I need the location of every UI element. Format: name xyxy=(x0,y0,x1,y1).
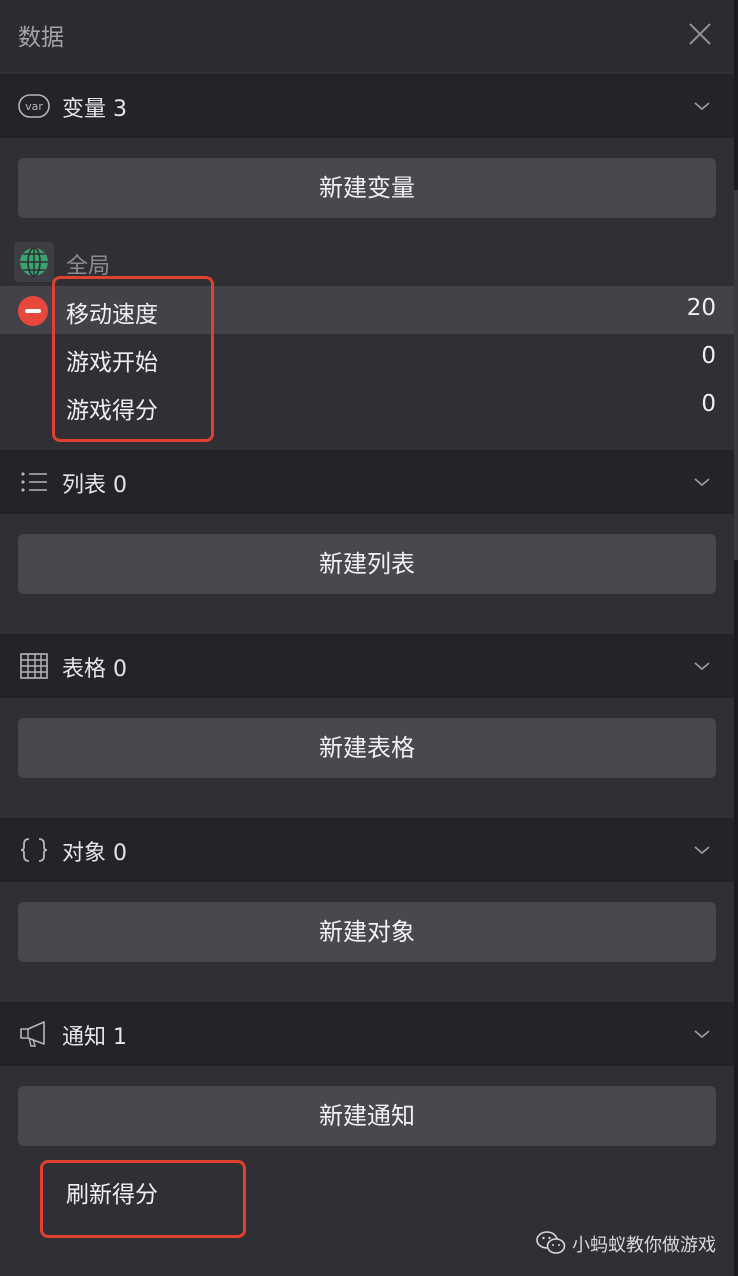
objects-section-label: 对象 0 xyxy=(62,841,127,866)
new-variable-button[interactable]: 新建变量 xyxy=(18,158,716,218)
var-icon: var xyxy=(18,94,50,118)
new-object-button[interactable]: 新建对象 xyxy=(18,902,716,962)
variable-value[interactable]: 20 xyxy=(687,295,716,321)
chevron-down-icon[interactable] xyxy=(692,840,712,860)
lists-section-header[interactable]: 列表 0 xyxy=(0,450,734,514)
chevron-down-icon[interactable] xyxy=(692,472,712,492)
scroll-edge-highlight xyxy=(734,190,738,560)
globe-icon-wrap xyxy=(14,242,54,282)
panel-edge xyxy=(734,0,738,1276)
list-icon xyxy=(21,472,47,492)
variables-highlight-box xyxy=(52,276,214,442)
svg-text:var: var xyxy=(25,100,43,113)
variable-value[interactable]: 0 xyxy=(701,343,716,369)
wechat-icon xyxy=(536,1231,566,1254)
panel-titlebar: 数据 xyxy=(0,0,734,72)
objects-section-header[interactable]: 对象 0 xyxy=(0,818,734,882)
braces-icon xyxy=(20,838,48,862)
close-icon[interactable] xyxy=(684,18,716,50)
table-icon xyxy=(20,653,48,679)
tables-section-label: 表格 0 xyxy=(62,657,127,682)
megaphone-icon xyxy=(20,1021,45,1047)
variable-value[interactable]: 0 xyxy=(701,391,716,417)
data-panel: 数据 var 变量 3 新建变量 全局 移动速度 20 游戏开始 0 游戏得分 … xyxy=(0,0,734,1276)
lists-section-label: 列表 0 xyxy=(62,473,127,498)
chevron-down-icon[interactable] xyxy=(692,1024,712,1044)
watermark-text: 小蚂蚁教你做游戏 xyxy=(572,1235,716,1256)
globe-icon xyxy=(20,247,48,277)
variables-section-header[interactable]: var 变量 3 xyxy=(0,74,734,138)
chevron-down-icon[interactable] xyxy=(692,96,712,116)
notifications-section-label: 通知 1 xyxy=(62,1025,127,1050)
notifications-section-header[interactable]: 通知 1 xyxy=(0,1002,734,1066)
tables-section-header[interactable]: 表格 0 xyxy=(0,634,734,698)
chevron-down-icon[interactable] xyxy=(692,656,712,676)
new-table-button[interactable]: 新建表格 xyxy=(18,718,716,778)
new-list-button[interactable]: 新建列表 xyxy=(18,534,716,594)
panel-title: 数据 xyxy=(18,25,64,51)
new-notification-button[interactable]: 新建通知 xyxy=(18,1086,716,1146)
remove-variable-icon[interactable] xyxy=(18,296,48,326)
notification-highlight-box xyxy=(40,1160,246,1238)
variables-section-label: 变量 3 xyxy=(62,97,127,122)
